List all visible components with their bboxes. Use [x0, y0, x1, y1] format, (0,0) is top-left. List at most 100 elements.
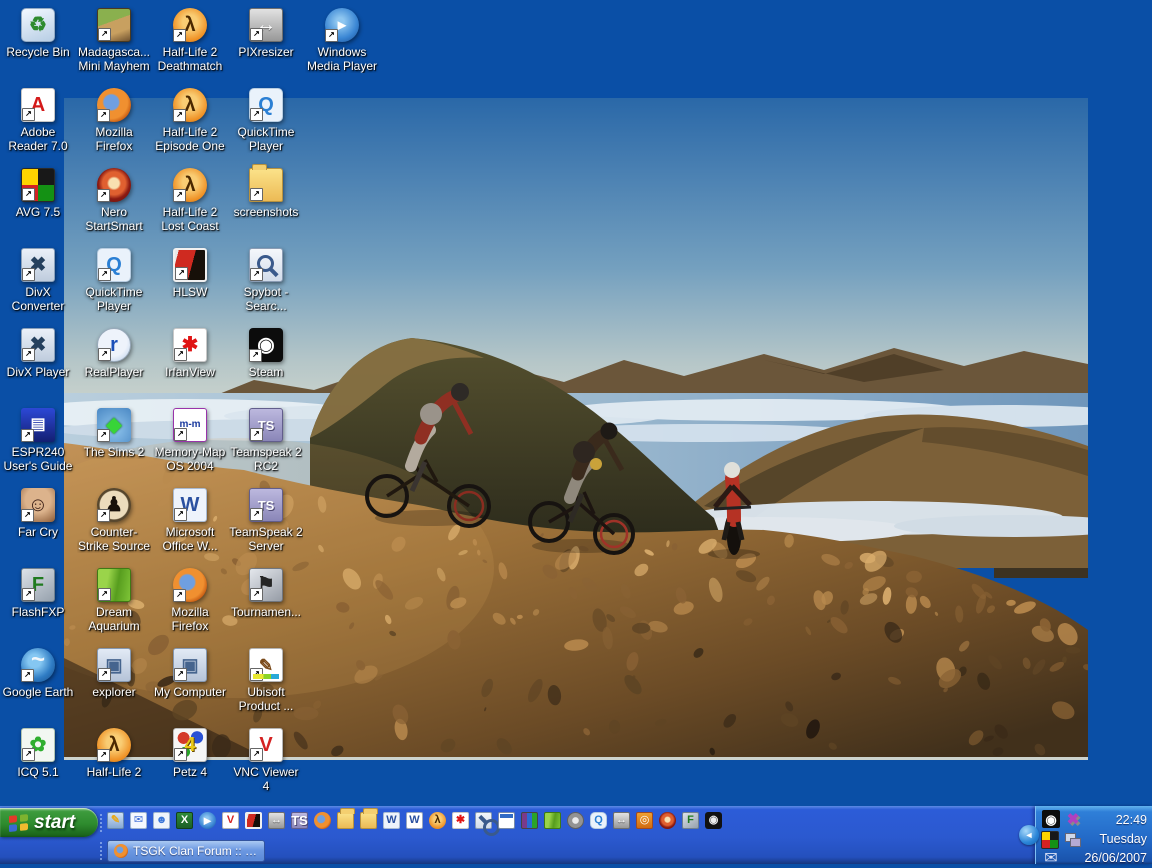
- word-doc-glyph: W: [409, 815, 419, 826]
- outlook-express-quicklaunch-icon[interactable]: ✉: [130, 812, 147, 829]
- firefox-quicklaunch-icon[interactable]: [314, 812, 331, 829]
- irfanview-quicklaunch-icon[interactable]: ✱: [452, 812, 469, 829]
- desktop-icon-teamspeak-2-rc2[interactable]: TS↗Teamspeak 2 RC2: [229, 408, 303, 473]
- desktop-area[interactable]: ♻Recycle Bin A↗Adobe Reader 7.0 ↗AVG 7.5 ✖↗…: [0, 0, 1152, 806]
- wmp-quicklaunch-icon[interactable]: ►: [199, 812, 216, 829]
- pixresizer-quicklaunch-icon[interactable]: ↔: [268, 812, 285, 829]
- messenger-quicklaunch-icon[interactable]: ☻: [153, 812, 170, 829]
- vnc-quicklaunch-icon[interactable]: V: [222, 812, 239, 829]
- desktop-icon-screenshots[interactable]: ↗screenshots: [229, 168, 303, 219]
- desktop-icon-the-sims-2[interactable]: ◆↗The Sims 2: [77, 408, 151, 459]
- taskband-grip[interactable]: [100, 842, 105, 860]
- desktop-icon-mozilla-firefox[interactable]: ↗Mozilla Firefox: [77, 88, 151, 153]
- desktop-icon-memory-map-os-2004[interactable]: m-m↗Memory-Map OS 2004: [153, 408, 227, 473]
- spybot-quicklaunch-icon[interactable]: [475, 812, 492, 829]
- desktop-icon-ubisoft-product[interactable]: ✎↗Ubisoft Product ...: [229, 648, 303, 713]
- word-doc-quicklaunch-icon[interactable]: W: [406, 812, 423, 829]
- desktop-icon-irfanview[interactable]: ✱↗IrfanView: [153, 328, 227, 379]
- shortcut-arrow-icon: ↗: [98, 668, 111, 681]
- winrar-quicklaunch-icon[interactable]: [521, 812, 538, 829]
- desktop-icon-quicktime-player[interactable]: Q↗QuickTime Player: [229, 88, 303, 153]
- nero-quicklaunch-icon[interactable]: [659, 812, 676, 829]
- shortcut-arrow-icon: ↗: [97, 749, 110, 762]
- desktop-icon-half-life-2-episode-one[interactable]: λ↗Half-Life 2 Episode One: [153, 88, 227, 153]
- desktop-icon-divx-player[interactable]: ✖↗DivX Player: [1, 328, 75, 379]
- desktop-icon-spybot-searc[interactable]: ↗Spybot - Searc...: [229, 248, 303, 313]
- desktop-icon-recycle-bin[interactable]: ♻Recycle Bin: [1, 8, 75, 59]
- steam-target-glyph: ◉: [709, 815, 719, 826]
- desktop-icon-microsoft-office-w[interactable]: W↗Microsoft Office W...: [153, 488, 227, 553]
- desktop-icon-google-earth[interactable]: ~↗Google Earth: [1, 648, 75, 699]
- desktop-icon-steam[interactable]: ◉↗Steam: [229, 328, 303, 379]
- pixresizer-quicklaunch-icon[interactable]: ↔: [613, 812, 630, 829]
- mail-icon[interactable]: ✉: [1042, 850, 1060, 868]
- excel-quicklaunch-icon[interactable]: X: [176, 812, 193, 829]
- desktop-icon-label: PIXresizer: [229, 45, 303, 59]
- folder-quicklaunch-icon[interactable]: [360, 812, 377, 829]
- messenger-glyph: ☻: [156, 815, 168, 826]
- desktop-icon-madagasca-mini-mayhem[interactable]: ↗Madagasca... Mini Mayhem: [77, 8, 151, 73]
- desktop-icon-label: Microsoft Office W...: [153, 525, 227, 553]
- avg-tray-icon[interactable]: [1041, 831, 1059, 849]
- desktop-icon-icq-5-1[interactable]: ✿↗ICQ 5.1: [1, 728, 75, 779]
- desktop-icon-adobe-reader-7-0[interactable]: A↗Adobe Reader 7.0: [1, 88, 75, 153]
- desktop-icon-explorer[interactable]: ▣↗explorer: [77, 648, 151, 699]
- nero-burn-quicklaunch-icon[interactable]: ◎: [636, 812, 653, 829]
- half-life-glyph: λ: [184, 95, 195, 115]
- desktop-icon-half-life-2-lost-coast[interactable]: λ↗Half-Life 2 Lost Coast: [153, 168, 227, 233]
- desktop-icon-far-cry[interactable]: ☺↗Far Cry: [1, 488, 75, 539]
- flashfxp-quicklaunch-icon[interactable]: F: [682, 812, 699, 829]
- desktop-icon-label: Windows Media Player: [305, 45, 379, 73]
- computer-icon: ▣↗: [173, 648, 207, 682]
- half-life-quicklaunch-icon[interactable]: λ: [429, 812, 446, 829]
- tray-clock[interactable]: 22:49 Tuesday 26/06/2007: [1084, 811, 1147, 868]
- outlook-express-glyph: ✉: [134, 815, 143, 826]
- tray-collapse-chevron[interactable]: ◄: [1019, 825, 1039, 845]
- desktop-icon-hlsw[interactable]: ↗HLSW: [153, 248, 227, 299]
- desktop-icon-tournamen[interactable]: ⚑↗Tournamen...: [229, 568, 303, 619]
- network-icon[interactable]: [1064, 831, 1082, 849]
- start-button[interactable]: start: [0, 808, 98, 837]
- steam-target-quicklaunch-icon[interactable]: ◉: [705, 812, 722, 829]
- desktop-icon-flashfxp[interactable]: F↗FlashFXP: [1, 568, 75, 619]
- steam-tray-icon[interactable]: ◉: [1042, 810, 1060, 828]
- desktop-icon-teamspeak-2-server[interactable]: TS↗TeamSpeak 2 Server: [229, 488, 303, 553]
- ubisoft-icon: ✎↗: [249, 648, 283, 682]
- desktop-icon-mozilla-firefox[interactable]: ↗Mozilla Firefox: [153, 568, 227, 633]
- desktop-icon-petz-4[interactable]: 4↗Petz 4: [153, 728, 227, 779]
- white-window-quicklaunch-icon[interactable]: [498, 812, 515, 829]
- word-quicklaunch-icon[interactable]: W: [383, 812, 400, 829]
- xfire-icon[interactable]: ✖: [1064, 810, 1082, 828]
- taskbar[interactable]: start ✎ ✉ ☻ X ► V ↔ TS W Wλ ✱ Q ↔ ◎ F ◉ TSGK Clan Forum…: [0, 806, 1152, 864]
- hlsw-quicklaunch-icon[interactable]: [245, 812, 262, 829]
- desktop-icon-realplayer[interactable]: r↗RealPlayer: [77, 328, 151, 379]
- film-reel-quicklaunch-icon[interactable]: [567, 812, 584, 829]
- vnc-glyph: V: [227, 815, 234, 826]
- shortcut-arrow-icon: ↗: [250, 428, 263, 441]
- shortcut-arrow-icon: ↗: [173, 189, 186, 202]
- teamspeak-quicklaunch-icon[interactable]: TS: [291, 812, 308, 829]
- desktop-icon-divx-converter[interactable]: ✖↗DivX Converter: [1, 248, 75, 313]
- taskbar-button-tsgk-clan-forum[interactable]: TSGK Clan Forum :: Vi...: [107, 840, 265, 862]
- dream-aquarium-quicklaunch-icon[interactable]: [544, 812, 561, 829]
- desktop-icon-windows-media-player[interactable]: ►↗Windows Media Player: [305, 8, 379, 73]
- word-glyph: W: [386, 815, 396, 826]
- desktop-icon-half-life-2[interactable]: λ↗Half-Life 2: [77, 728, 151, 779]
- journal-quicklaunch-icon[interactable]: ✎: [107, 812, 124, 829]
- quicklaunch-grip[interactable]: [100, 814, 105, 832]
- desktop-icon-pixresizer[interactable]: ↔↗PIXresizer: [229, 8, 303, 59]
- desktop-icon-my-computer[interactable]: ▣↗My Computer: [153, 648, 227, 699]
- desktop-icon-espr240-user-s-guide[interactable]: ▤↗ESPR240 User's Guide: [1, 408, 75, 473]
- desktop-icon-quicktime-player[interactable]: Q↗QuickTime Player: [77, 248, 151, 313]
- desktop-icon-counter-strike-source[interactable]: ♟↗Counter-Strike Source: [77, 488, 151, 553]
- quicktime-quicklaunch-icon[interactable]: Q: [590, 812, 607, 829]
- desktop-icon-vnc-viewer-4[interactable]: V↗VNC Viewer 4: [229, 728, 303, 793]
- desktop-icon-dream-aquarium[interactable]: ↗Dream Aquarium: [77, 568, 151, 633]
- desktop-icon-avg-7-5[interactable]: ↗AVG 7.5: [1, 168, 75, 219]
- shortcut-arrow-icon: ↗: [98, 588, 111, 601]
- desktop-icon-half-life-2-deathmatch[interactable]: λ↗Half-Life 2 Deathmatch: [153, 8, 227, 73]
- folder-quicklaunch-icon[interactable]: [337, 812, 354, 829]
- shortcut-arrow-icon: ↗: [22, 748, 35, 761]
- desktop-icon-nero-startsmart[interactable]: ↗Nero StartSmart: [77, 168, 151, 233]
- desktop-icon-label: TeamSpeak 2 Server: [229, 525, 303, 553]
